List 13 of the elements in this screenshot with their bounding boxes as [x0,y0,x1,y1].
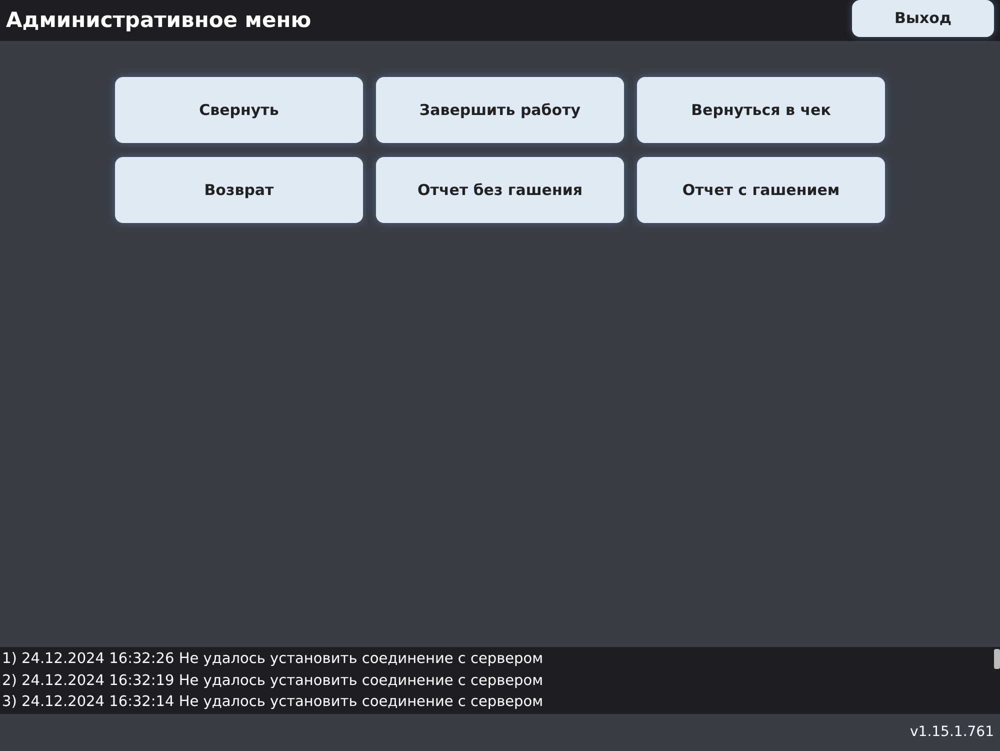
menu-button[interactable]: Отчет без гашения [376,157,624,223]
log-entry: 3) 24.12.2024 16:32:14 Не удалось установить соединение с сервером [1,693,544,712]
window-title: Административное меню [6,6,312,34]
exit-button[interactable]: Выход [852,0,994,37]
menu-button[interactable]: Отчет с гашением [637,157,885,223]
log-entry: 1) 24.12.2024 16:32:26 Не удалось установить соединение с сервером [1,650,544,669]
version-label: v1.15.1.761 [909,723,995,742]
log-entry: 2) 24.12.2024 16:32:19 Не удалось установить соединение с сервером [1,672,544,690]
menu-button[interactable]: Вернуться в чек [637,77,885,143]
menu-button[interactable]: Свернуть [115,77,363,143]
menu-button[interactable]: Завершить работу [376,77,624,143]
menu-button[interactable]: Возврат [115,157,363,223]
scrollbar-thumb[interactable] [994,649,1000,669]
